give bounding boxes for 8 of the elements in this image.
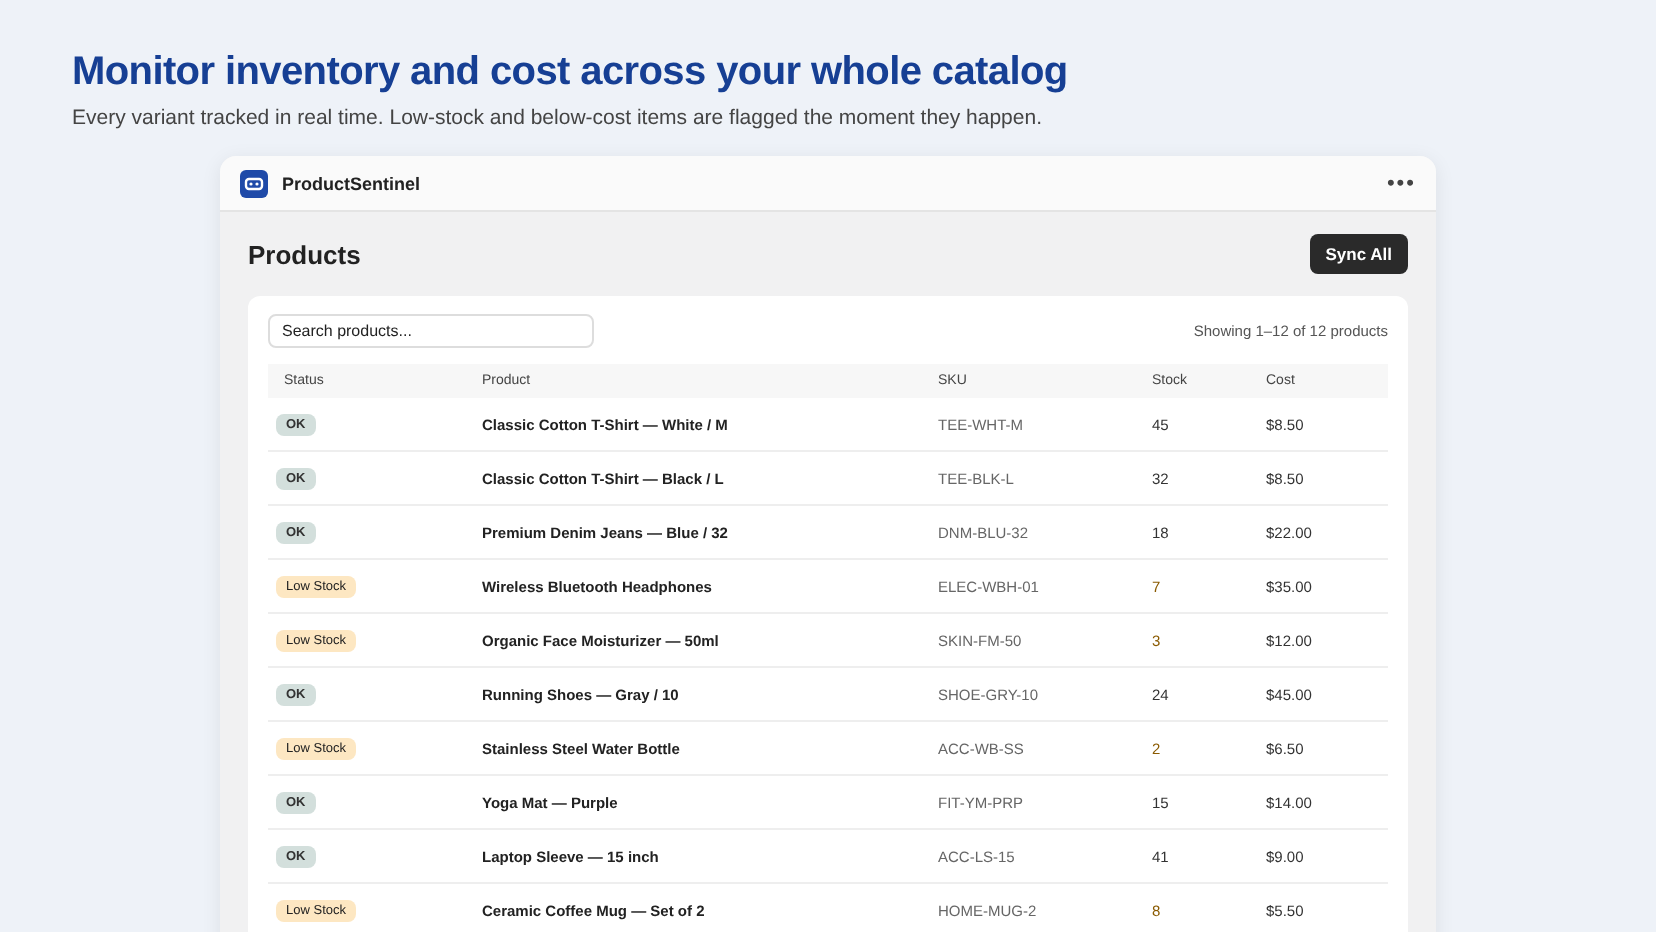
page-title: Products xyxy=(248,239,361,269)
more-button[interactable]: ••• xyxy=(1386,171,1416,195)
window-title: ProductSentinel xyxy=(282,173,421,193)
headline: Monitor inventory and cost across your whole catalog xyxy=(72,48,1070,96)
search-field[interactable]: Search products... xyxy=(268,314,594,348)
logo-icon xyxy=(240,169,268,197)
subtitle: Every variant tracked in real time. Low-stock and below-cost items are flagged the moment they happen. xyxy=(72,104,1044,132)
sync-all-button[interactable]: Sync All xyxy=(1309,234,1408,274)
